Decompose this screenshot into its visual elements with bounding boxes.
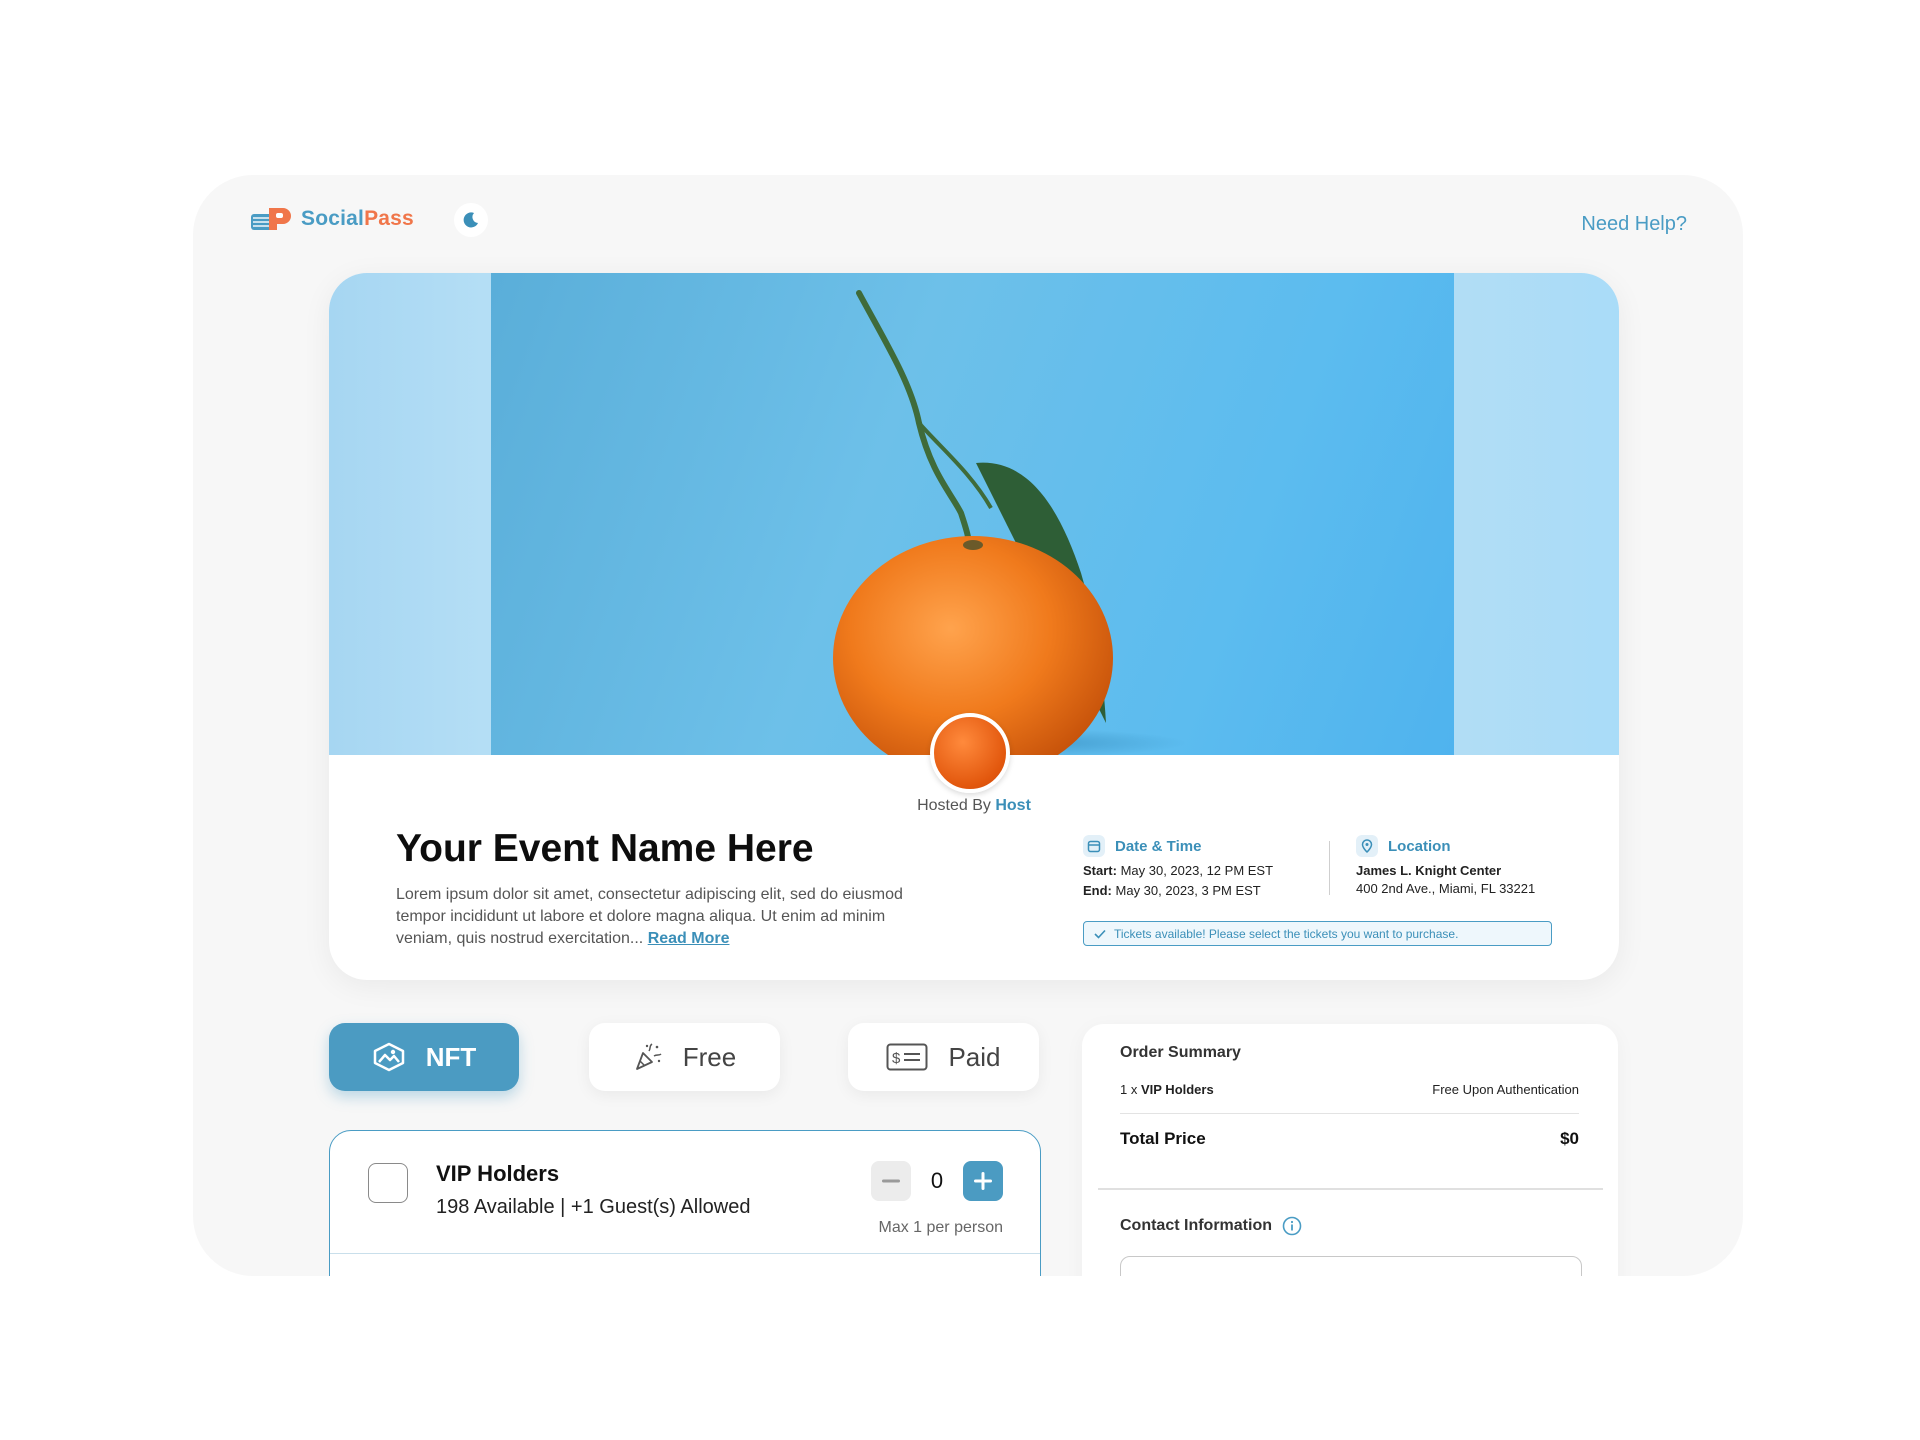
party-popper-icon (635, 1043, 662, 1070)
logo[interactable]: SocialPass (251, 206, 414, 232)
event-banner-image (491, 273, 1454, 755)
plus-icon (974, 1172, 992, 1190)
date-time-heading: Date & Time (1115, 837, 1202, 855)
ticket-availability: 198 Available | +1 Guest(s) Allowed (436, 1196, 751, 1218)
read-more-link[interactable]: Read More (648, 930, 730, 947)
nft-image-icon (373, 1042, 404, 1072)
need-help-link[interactable]: Need Help? (1581, 213, 1687, 236)
decrement-button[interactable] (871, 1161, 911, 1201)
hosted-by: Hosted By Host (917, 797, 1031, 814)
summary-item: 1 x VIP Holders (1120, 1082, 1214, 1097)
order-summary-title: Order Summary (1120, 1044, 1241, 1061)
summary-divider (1120, 1113, 1579, 1114)
event-banner (329, 273, 1619, 755)
minus-icon (882, 1179, 900, 1183)
name-input[interactable] (1120, 1256, 1582, 1276)
contact-information-heading: Contact Information (1120, 1216, 1302, 1236)
start-time: Start: May 30, 2023, 12 PM EST (1083, 863, 1274, 878)
quantity-value: 0 (930, 1168, 944, 1193)
calendar-icon (1083, 835, 1105, 857)
host-avatar[interactable] (930, 713, 1010, 793)
event-title: Your Event Name Here (396, 827, 814, 870)
tickets-available-banner: Tickets available! Please select the tic… (1083, 921, 1552, 946)
order-summary-panel: Order Summary 1 x VIP Holders Free Upon … (1082, 1024, 1618, 1276)
ticket-checkbox[interactable] (368, 1163, 408, 1203)
increment-button[interactable] (963, 1161, 1003, 1201)
quantity-stepper: 0 (871, 1161, 1003, 1201)
check-icon (1094, 929, 1106, 939)
summary-item-price: Free Upon Authentication (1432, 1082, 1579, 1097)
dark-mode-toggle[interactable] (454, 203, 488, 237)
brand-name: SocialPass (301, 207, 414, 230)
event-card: Hosted By Host Your Event Name Here Lore… (329, 273, 1619, 980)
date-time-block: Date & Time Start: May 30, 2023, 12 PM E… (1083, 835, 1273, 899)
info-divider (1329, 841, 1330, 895)
info-icon[interactable] (1282, 1216, 1302, 1236)
location-pin-icon (1356, 835, 1378, 857)
venue-address: 400 2nd Ave., Miami, FL 33221 (1356, 881, 1536, 896)
location-block: Location James L. Knight Center 400 2nd … (1356, 835, 1535, 897)
app-window: SocialPass Need Help? Hosted By Host You… (193, 175, 1743, 1276)
ticket-row: VIP Holders 198 Available | +1 Guest(s) … (330, 1131, 1040, 1254)
ticket-name: VIP Holders (436, 1161, 560, 1186)
socialpass-logo-icon (251, 208, 291, 230)
section-divider (1098, 1188, 1603, 1190)
tab-free[interactable]: Free (589, 1023, 780, 1091)
event-description: Lorem ipsum dolor sit amet, consectetur … (396, 886, 903, 947)
cash-ticket-icon: $ (886, 1043, 928, 1071)
ticket-list: VIP Holders 198 Available | +1 Guest(s) … (329, 1130, 1041, 1276)
total-price-value: $0 (1560, 1129, 1579, 1148)
moon-icon (463, 212, 478, 228)
host-name-link[interactable]: Host (995, 797, 1031, 814)
total-price-label: Total Price (1120, 1129, 1206, 1148)
max-per-person-note: Max 1 per person (878, 1219, 1003, 1236)
tab-paid[interactable]: $ Paid (848, 1023, 1039, 1091)
location-heading: Location (1388, 837, 1451, 855)
tab-nft[interactable]: NFT (329, 1023, 519, 1091)
venue-name: James L. Knight Center (1356, 863, 1502, 878)
svg-text:$: $ (892, 1050, 901, 1067)
end-time: End: May 30, 2023, 3 PM EST (1083, 883, 1261, 898)
